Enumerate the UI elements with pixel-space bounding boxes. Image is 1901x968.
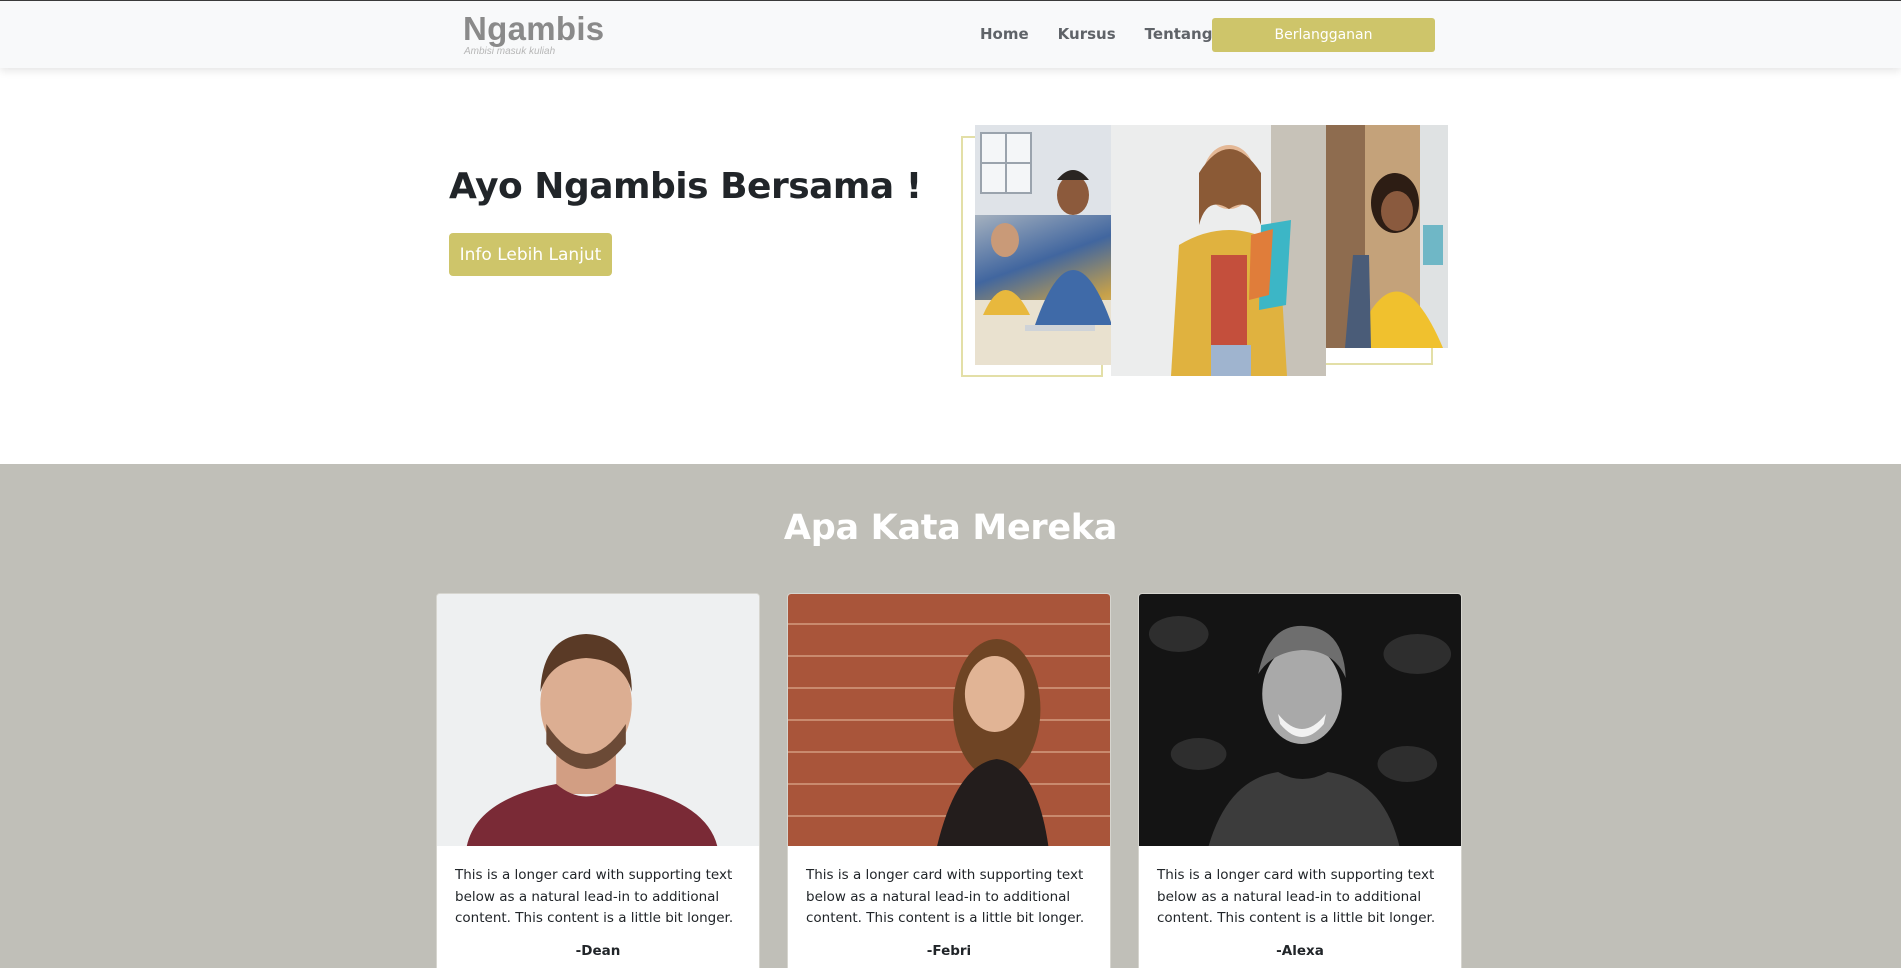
testimonial-text: This is a longer card with supporting te…	[806, 867, 1085, 926]
testimonial-card-body: This is a longer card with supporting te…	[437, 846, 759, 959]
testimonial-text: This is a longer card with supporting te…	[1157, 867, 1436, 926]
brand-logo[interactable]: Ngambis Ambisi masuk kuliah	[463, 10, 605, 58]
brand-name: Ngambis	[463, 10, 605, 47]
navbar: Ngambis Ambisi masuk kuliah Home Kursus …	[0, 0, 1901, 68]
testimonial-card-body: This is a longer card with supporting te…	[1139, 846, 1461, 959]
nav-link-home[interactable]: Home	[980, 25, 1029, 43]
testimonial-author: -Febri	[926, 942, 972, 959]
testimonial-photo-febri	[788, 594, 1110, 846]
testimonial-text: This is a longer card with supporting te…	[455, 867, 734, 926]
testimonials-section: Apa Kata Mereka This is a longer card wi…	[0, 464, 1901, 968]
testimonial-author: -Alexa	[1276, 942, 1324, 959]
nav-link-tentang[interactable]: Tentang	[1145, 25, 1213, 43]
hero-photo-student-with-books	[1111, 125, 1326, 376]
hero-photo-students-classroom	[975, 125, 1112, 365]
testimonial-author: -Dean	[575, 942, 621, 959]
testimonial-card: This is a longer card with supporting te…	[436, 593, 760, 968]
nav-link-kursus[interactable]: Kursus	[1058, 25, 1116, 43]
testimonial-card-body: This is a longer card with supporting te…	[788, 846, 1110, 959]
hero-title: Ayo Ngambis Bersama !	[449, 166, 922, 207]
hero-photo-student-smiling	[1325, 125, 1448, 348]
info-button[interactable]: Info Lebih Lanjut	[449, 233, 612, 276]
testimonial-photo-alexa	[1139, 594, 1461, 846]
nav-links: Home Kursus Tentang	[980, 25, 1212, 43]
testimonial-photo-dean	[437, 594, 759, 846]
brand-tagline: Ambisi masuk kuliah	[464, 46, 556, 57]
subscribe-button[interactable]: Berlangganan	[1212, 18, 1435, 52]
testimonial-card: This is a longer card with supporting te…	[1138, 593, 1462, 968]
testimonials-title: Apa Kata Mereka	[783, 508, 1118, 548]
testimonial-card: This is a longer card with supporting te…	[787, 593, 1111, 968]
